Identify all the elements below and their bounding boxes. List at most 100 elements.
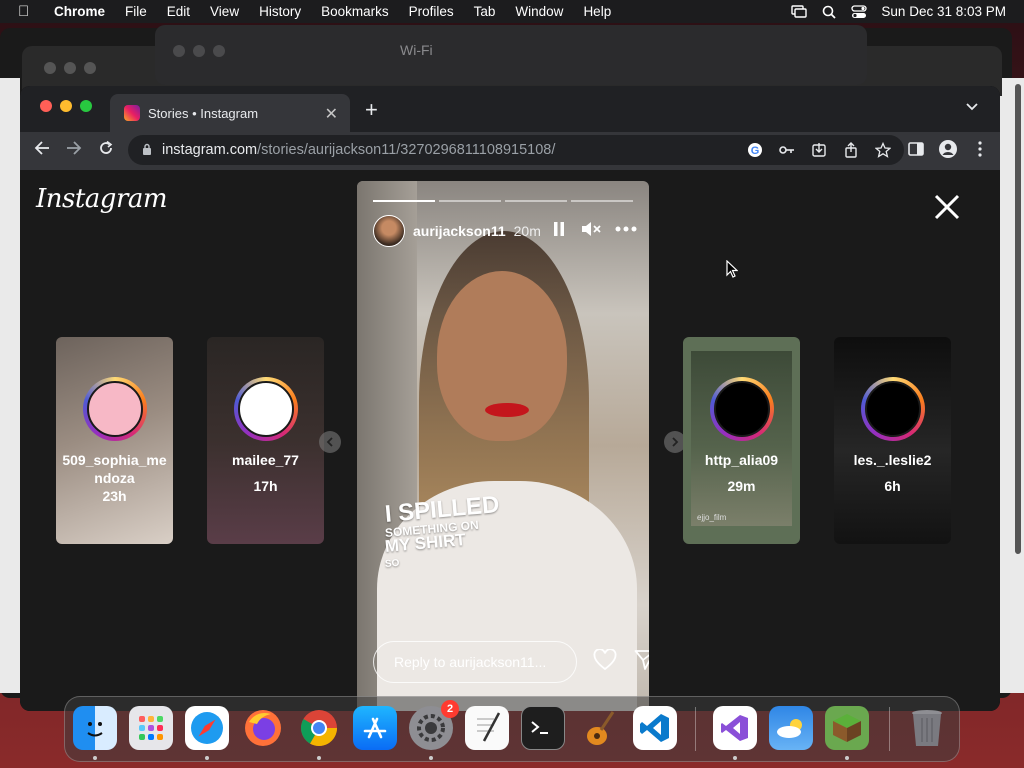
- background-window-controls: [44, 62, 96, 74]
- story-preview-card[interactable]: http_alia09 29m ejjo_film: [683, 337, 800, 544]
- background-window-edge-left: [0, 78, 20, 693]
- garageband-icon[interactable]: [577, 706, 621, 750]
- story-progress-segment: [373, 200, 435, 202]
- previous-story-chevron-icon[interactable]: [319, 431, 341, 453]
- instagram-logo[interactable]: Instagram: [36, 184, 168, 214]
- close-tab-icon[interactable]: ✕: [325, 104, 338, 124]
- story-username: mailee_77: [232, 452, 299, 468]
- story-username: http_alia09: [704, 452, 779, 468]
- page-scrollbar[interactable]: [1015, 84, 1021, 554]
- window-controls: [40, 100, 92, 112]
- menu-help[interactable]: Help: [583, 4, 611, 19]
- menu-profiles[interactable]: Profiles: [409, 4, 454, 19]
- menu-app-name[interactable]: Chrome: [54, 4, 105, 19]
- settings-notification-badge: 2: [441, 700, 459, 718]
- vscode-icon[interactable]: [633, 706, 677, 750]
- google-lens-icon[interactable]: G: [746, 141, 764, 159]
- menubar-clock[interactable]: Sun Dec 31 8:03 PM: [881, 4, 1006, 19]
- story-progress-segment: [571, 200, 633, 202]
- story-time: 17h: [253, 478, 278, 494]
- story-preview-card[interactable]: mailee_77 17h: [207, 337, 324, 544]
- menu-tab[interactable]: Tab: [474, 4, 496, 19]
- password-key-icon[interactable]: [778, 141, 796, 159]
- menu-window[interactable]: Window: [515, 4, 563, 19]
- weather-icon[interactable]: [769, 706, 813, 750]
- pause-icon[interactable]: [553, 221, 565, 242]
- address-bar-actions: G: [746, 141, 892, 159]
- tab-title: Stories • Instagram: [148, 105, 259, 121]
- lock-icon[interactable]: [142, 143, 154, 158]
- system-settings-icon[interactable]: 2: [409, 700, 459, 750]
- minecraft-icon[interactable]: [825, 706, 869, 750]
- fullscreen-window-button[interactable]: [80, 100, 92, 112]
- instagram-stories-page: Instagram 509_sophia_me ndoza 23h mailee…: [20, 170, 1000, 711]
- spotlight-search-icon[interactable]: [821, 5, 837, 19]
- finder-icon[interactable]: [73, 706, 117, 750]
- bookmark-star-icon[interactable]: [874, 141, 892, 159]
- chrome-icon[interactable]: [297, 706, 341, 750]
- firefox-icon[interactable]: [241, 706, 285, 750]
- tab-instagram-stories[interactable]: Stories • Instagram ✕: [110, 94, 350, 132]
- address-bar[interactable]: instagram.com/stories/aurijackson11/3270…: [128, 135, 904, 165]
- close-window-button[interactable]: [40, 100, 52, 112]
- story-photo-lips: [485, 403, 529, 417]
- menu-history[interactable]: History: [259, 4, 301, 19]
- dock: 2: [64, 696, 960, 762]
- story-reply-input[interactable]: Reply to aurijackson11...: [373, 641, 577, 683]
- install-app-icon[interactable]: [810, 141, 828, 159]
- story-author-avatar[interactable]: [373, 215, 405, 247]
- trash-icon[interactable]: [905, 706, 949, 750]
- side-panel-icon[interactable]: [906, 139, 926, 159]
- story-age: 20m: [513, 223, 541, 239]
- menu-file[interactable]: File: [125, 4, 147, 19]
- more-options-icon[interactable]: [615, 219, 637, 237]
- story-avatar-ring: [234, 377, 298, 441]
- menu-edit[interactable]: Edit: [167, 4, 190, 19]
- mouse-pointer-icon: [726, 259, 739, 283]
- visual-studio-icon[interactable]: [713, 706, 757, 750]
- menu-bookmarks[interactable]: Bookmarks: [321, 4, 389, 19]
- control-center-icon[interactable]: [851, 4, 868, 19]
- menubar-status-area: Sun Dec 31 8:03 PM: [791, 0, 1006, 23]
- toolbar-right-actions: [906, 139, 990, 159]
- story-preview-card[interactable]: les._.leslie2 6h: [834, 337, 951, 544]
- forward-arrow-icon[interactable]: [66, 140, 82, 161]
- like-heart-icon[interactable]: [593, 648, 617, 677]
- back-arrow-icon[interactable]: [34, 140, 50, 161]
- send-message-icon[interactable]: [634, 649, 649, 677]
- story-time: 23h: [102, 488, 127, 504]
- story-preview-card[interactable]: 509_sophia_me ndoza 23h: [56, 337, 173, 544]
- browser-toolbar: instagram.com/stories/aurijackson11/3270…: [20, 132, 1000, 170]
- svg-text:G: G: [751, 145, 760, 157]
- app-store-icon[interactable]: [353, 706, 397, 750]
- reload-icon[interactable]: [98, 140, 114, 161]
- story-time: 6h: [884, 478, 901, 494]
- instagram-favicon-icon: [124, 105, 140, 121]
- new-tab-icon[interactable]: +: [365, 97, 378, 123]
- tab-search-chevron-icon[interactable]: [966, 100, 978, 114]
- screen-mirroring-icon[interactable]: [791, 5, 808, 19]
- story-avatar-ring: [710, 377, 774, 441]
- url-host: instagram.com: [162, 142, 258, 158]
- story-time: 29m: [727, 478, 756, 494]
- wifi-window-controls: [173, 45, 225, 57]
- wifi-window-title: Wi-Fi: [400, 42, 433, 58]
- url-path: /stories/aurijackson11/32702968111089151…: [257, 142, 556, 158]
- textedit-icon[interactable]: [465, 706, 509, 750]
- story-progress-segment: [439, 200, 501, 202]
- current-story-viewer[interactable]: aurijackson11 20m I SPILLED SOMETHING ON…: [357, 181, 649, 711]
- minimize-window-button[interactable]: [60, 100, 72, 112]
- mute-icon[interactable]: [581, 221, 601, 242]
- launchpad-icon[interactable]: [129, 706, 173, 750]
- profile-avatar-icon[interactable]: [938, 139, 958, 159]
- share-icon[interactable]: [842, 141, 860, 159]
- close-stories-icon[interactable]: [934, 192, 960, 226]
- apple-menu-icon[interactable]: : [18, 3, 38, 20]
- menu-view[interactable]: View: [210, 4, 239, 19]
- chrome-menu-icon[interactable]: [970, 139, 990, 159]
- safari-icon[interactable]: [185, 706, 229, 750]
- story-username: 509_sophia_me ndoza: [62, 452, 167, 486]
- story-author-username[interactable]: aurijackson11: [413, 223, 506, 239]
- story-header: aurijackson11 20m: [373, 215, 637, 247]
- terminal-icon[interactable]: [521, 706, 565, 750]
